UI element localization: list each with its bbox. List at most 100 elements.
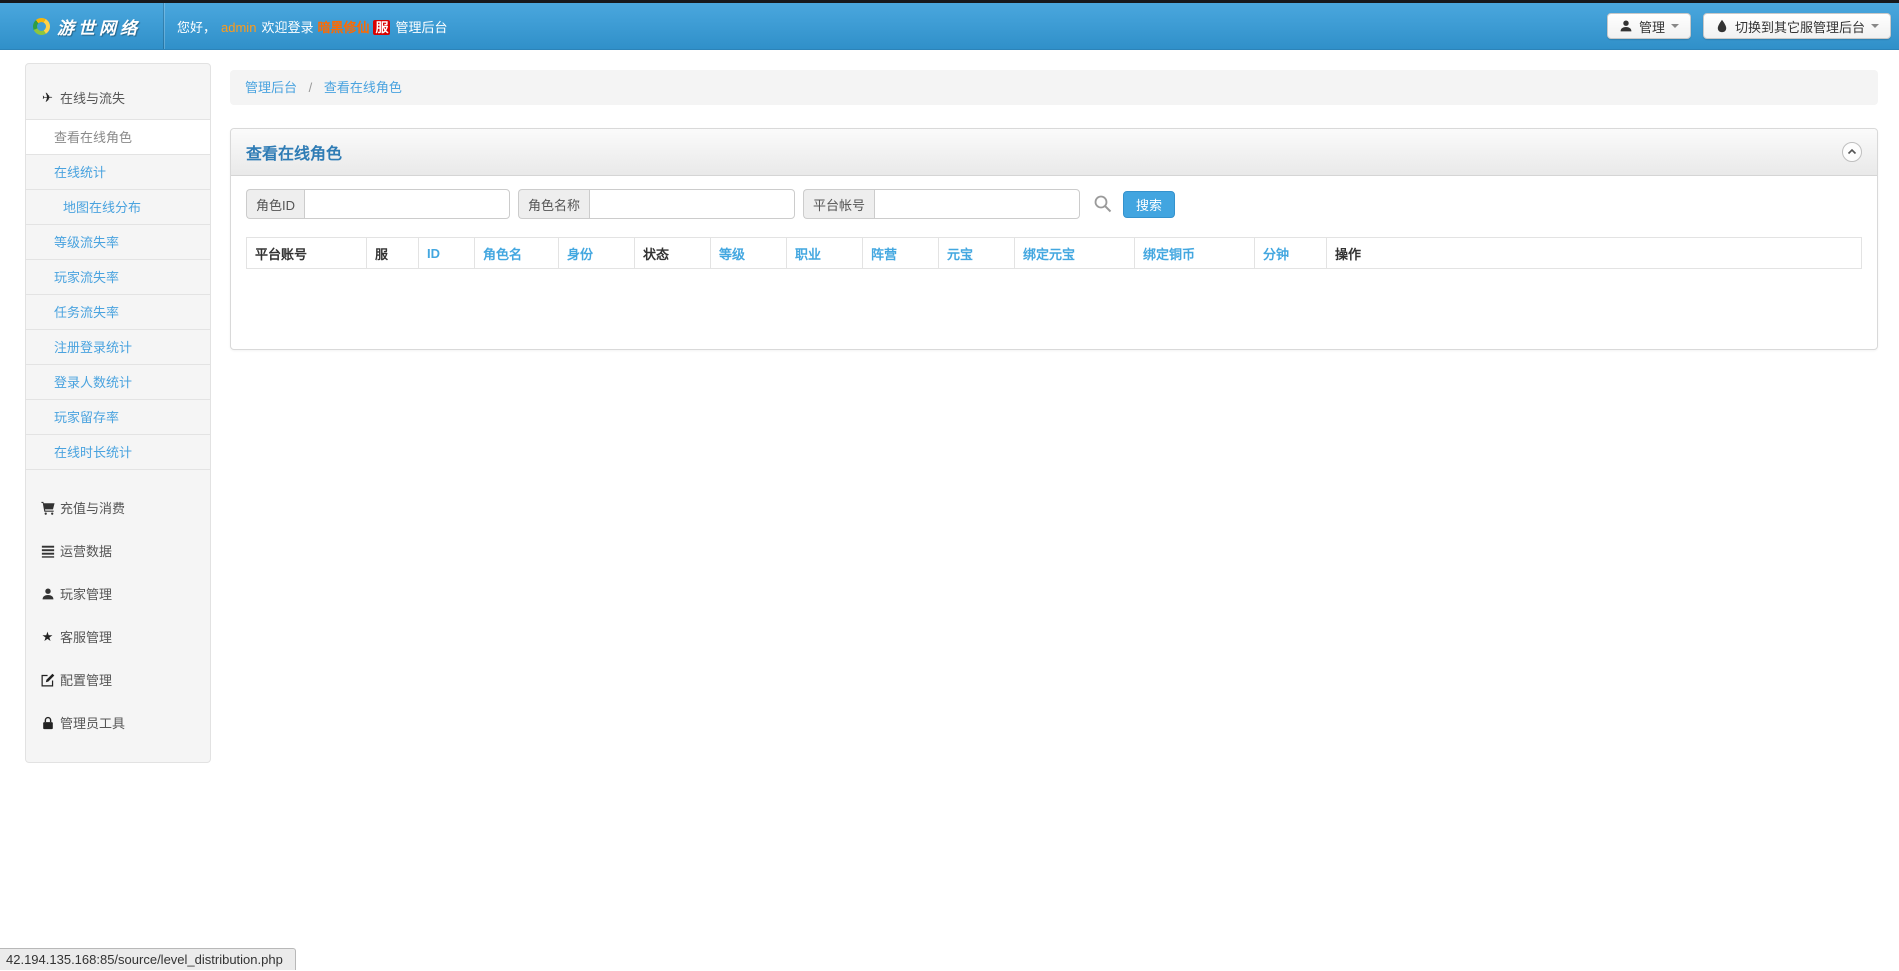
col-profession[interactable]: 职业 (786, 237, 863, 269)
panel-header: 查看在线角色 (231, 129, 1877, 176)
sidebar-item-register-login-stats[interactable]: 注册登录统计 (26, 330, 210, 365)
breadcrumb-current-link[interactable]: 查看在线角色 (324, 80, 402, 95)
sidebar-section-label: 在线与流失 (60, 91, 126, 106)
col-status: 状态 (634, 237, 711, 269)
brand-logo[interactable]: 游世网络 (33, 14, 141, 39)
sidebar-item-player-churn[interactable]: 玩家流失率 (26, 260, 210, 295)
sidebar-lower-sections: 充值与消费 运营数据 玩家管理 ★ 客服管理 配置管理 管理员工具 (26, 486, 210, 744)
admin-menu-button[interactable]: 管理 (1606, 13, 1691, 39)
col-level[interactable]: 等级 (710, 237, 787, 269)
username-text: admin (221, 19, 257, 35)
sidebar-item-quest-churn[interactable]: 任务流失率 (26, 295, 210, 330)
sidebar-submenu: 查看在线角色 在线统计 地图在线分布 等级流失率 玩家流失率 任务流失率 注册登… (26, 119, 210, 470)
sidebar-item-label: 查看在线角色 (54, 130, 133, 145)
sidebar-item-label: 等级流失率 (54, 235, 120, 250)
sidebar-section-label: 管理员工具 (60, 716, 126, 731)
col-yuanbao[interactable]: 元宝 (938, 237, 1015, 269)
col-role-name[interactable]: 角色名 (474, 237, 559, 269)
star-icon: ★ (41, 628, 54, 644)
user-icon (1620, 20, 1632, 32)
role-name-label: 角色名称 (518, 189, 590, 219)
brand-logo-icon (33, 17, 50, 35)
col-bound-yuanbao[interactable]: 绑定元宝 (1014, 237, 1135, 269)
sidebar-section-admin-tools[interactable]: 管理员工具 (26, 701, 210, 744)
col-id[interactable]: ID (418, 237, 475, 269)
sidebar-section-player-management[interactable]: 玩家管理 (26, 572, 210, 615)
drop-icon (1717, 19, 1727, 33)
platform-account-label: 平台帐号 (803, 189, 875, 219)
edit-icon (40, 673, 55, 687)
breadcrumb-separator: / (308, 80, 313, 95)
sidebar-section-config-management[interactable]: 配置管理 (26, 658, 210, 701)
role-id-input[interactable] (304, 189, 511, 219)
col-actions: 操作 (1326, 237, 1862, 269)
sidebar-section-label: 配置管理 (60, 673, 113, 688)
welcome-prefix: 您好， (177, 19, 217, 35)
sidebar-section-label: 客服管理 (60, 630, 113, 645)
sidebar-item-label: 在线时长统计 (54, 445, 133, 460)
platform-account-input[interactable] (874, 189, 1081, 219)
user-icon (40, 587, 55, 601)
sidebar-item-label: 任务流失率 (54, 305, 120, 320)
online-roles-panel: 查看在线角色 角色ID 角色名称 平台帐号 搜索 平台账号 服 ID 角色名 身… (230, 128, 1878, 350)
search-icon (1094, 195, 1112, 213)
sidebar-item-map-online-distribution[interactable]: 地图在线分布 (26, 190, 210, 225)
panel-title: 查看在线角色 (246, 146, 343, 163)
main-content: 管理后台 / 查看在线角色 查看在线角色 角色ID 角色名称 平台帐号 搜索 平… (230, 70, 1878, 350)
role-name-group: 角色名称 (518, 189, 796, 219)
panel-body: 角色ID 角色名称 平台帐号 搜索 平台账号 服 ID 角色名 身份 状态 等级… (231, 176, 1877, 349)
role-id-label: 角色ID (246, 189, 305, 219)
sidebar-section-operations-data[interactable]: 运营数据 (26, 529, 210, 572)
sidebar-item-label: 在线统计 (54, 165, 107, 180)
col-identity[interactable]: 身份 (558, 237, 635, 269)
cart-icon (40, 501, 55, 515)
online-roles-table: 平台账号 服 ID 角色名 身份 状态 等级 职业 阵营 元宝 绑定元宝 绑定铜… (246, 237, 1862, 269)
sidebar-item-label: 玩家流失率 (54, 270, 120, 285)
navbar-actions: 管理 切换到其它服管理后台 (1606, 13, 1891, 39)
welcome-suffix: 管理后台 (395, 19, 448, 35)
brand-name: 游世网络 (57, 18, 141, 38)
sidebar-section-label: 充值与消费 (60, 501, 126, 516)
sidebar-section-label: 运营数据 (60, 544, 113, 559)
sidebar-section-customer-service[interactable]: ★ 客服管理 (26, 615, 210, 658)
sidebar-item-label: 注册登录统计 (54, 340, 133, 355)
platform-account-group: 平台帐号 (803, 189, 1081, 219)
plane-icon: ✈ (42, 89, 53, 105)
switch-server-button[interactable]: 切换到其它服管理后台 (1702, 13, 1891, 39)
sidebar-section-recharge[interactable]: 充值与消费 (26, 486, 210, 529)
caret-down-icon (1871, 24, 1879, 28)
sidebar-item-player-retention[interactable]: 玩家留存率 (26, 400, 210, 435)
caret-down-icon (1670, 24, 1679, 28)
search-button[interactable]: 搜索 (1123, 190, 1176, 218)
navbar-divider (163, 3, 165, 49)
col-platform-account: 平台账号 (246, 237, 367, 269)
sidebar-item-login-count-stats[interactable]: 登录人数统计 (26, 365, 210, 400)
breadcrumb-admin-home-link[interactable]: 管理后台 (245, 80, 297, 95)
panel-collapse-button[interactable] (1842, 142, 1862, 162)
col-bound-copper[interactable]: 绑定铜币 (1134, 237, 1255, 269)
sidebar-section-online-churn[interactable]: ✈ 在线与流失 (26, 76, 210, 119)
col-minutes[interactable]: 分钟 (1254, 237, 1327, 269)
role-name-input[interactable] (589, 189, 796, 219)
switch-server-label: 切换到其它服管理后台 (1734, 19, 1865, 35)
role-id-group: 角色ID (246, 189, 511, 219)
server-badge: 服 (373, 19, 391, 35)
sidebar-item-label: 登录人数统计 (54, 375, 133, 390)
sidebar-item-online-time-stats[interactable]: 在线时长统计 (26, 435, 210, 470)
welcome-middle: 欢迎登录 (261, 19, 314, 35)
sidebar-item-online-stats[interactable]: 在线统计 (26, 155, 210, 190)
sidebar-item-label: 地图在线分布 (63, 200, 142, 215)
sidebar-item-label: 玩家留存率 (54, 410, 120, 425)
status-url-bar: 42.194.135.168:85/source/level_distribut… (0, 948, 296, 970)
col-faction[interactable]: 阵营 (862, 237, 939, 269)
search-form: 角色ID 角色名称 平台帐号 搜索 (246, 189, 1862, 219)
sidebar-item-level-churn[interactable]: 等级流失率 (26, 225, 210, 260)
list-icon (40, 544, 55, 558)
top-navbar: 游世网络 您好， admin 欢迎登录 暗黑修仙服管理后台 管理 切换到其它服管理后台 (0, 0, 1899, 50)
chevron-up-icon (1847, 148, 1857, 155)
sidebar-item-view-online-roles[interactable]: 查看在线角色 (26, 120, 210, 155)
sidebar-section-label: 玩家管理 (60, 587, 113, 602)
table-header-row: 平台账号 服 ID 角色名 身份 状态 等级 职业 阵营 元宝 绑定元宝 绑定铜… (246, 237, 1862, 269)
admin-menu-label: 管理 (1638, 19, 1665, 35)
breadcrumb: 管理后台 / 查看在线角色 (230, 70, 1878, 105)
